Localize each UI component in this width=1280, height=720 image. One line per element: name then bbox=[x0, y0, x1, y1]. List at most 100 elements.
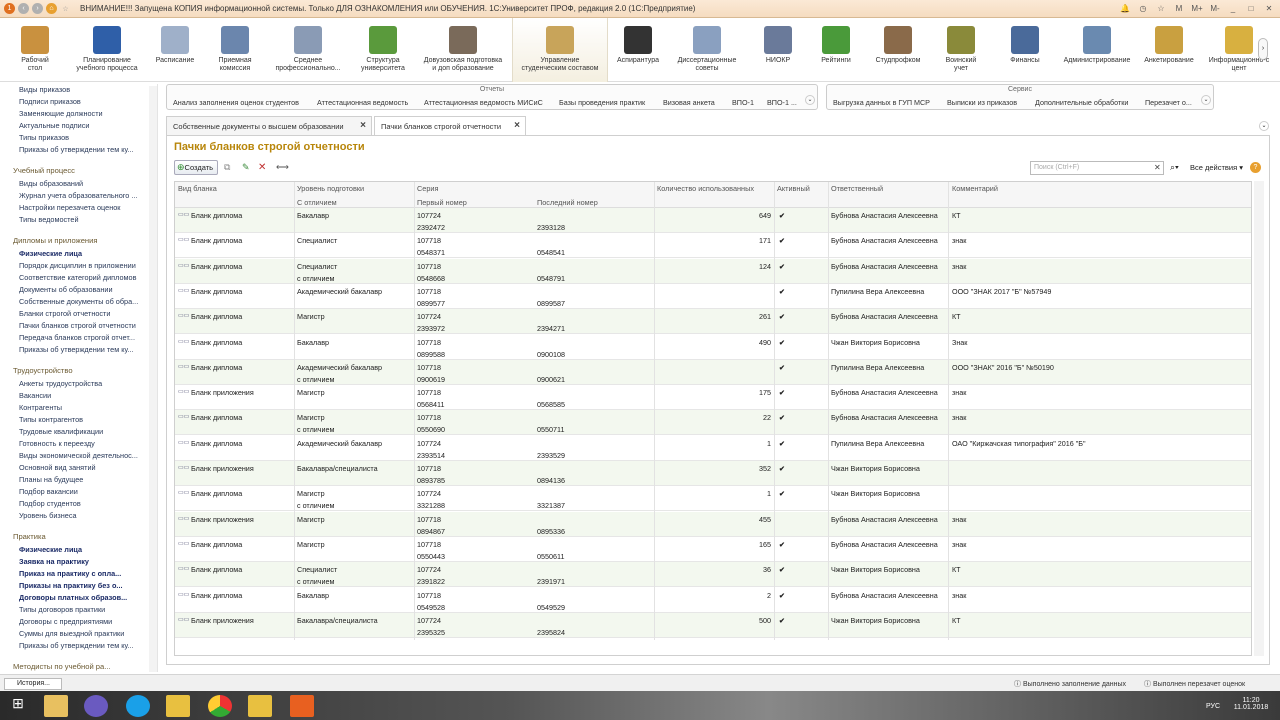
ribbon-section-7[interactable]: Довузовская подготовка и доп образование bbox=[416, 18, 510, 82]
memory-minus-button[interactable]: M- bbox=[1208, 2, 1222, 15]
nav-item[interactable]: Пачки бланков строгой отчетности bbox=[19, 321, 139, 330]
ribbon-section-13[interactable]: Студпрофком bbox=[866, 18, 930, 82]
ribbon-section-12[interactable]: Рейтинги bbox=[810, 18, 862, 82]
nav-item[interactable]: Основной вид занятий bbox=[19, 463, 139, 472]
col-header-comment[interactable]: Комментарий bbox=[952, 184, 998, 193]
language-indicator[interactable]: РУС bbox=[1206, 703, 1220, 710]
nav-item[interactable]: Собственные документы об обра... bbox=[19, 297, 139, 306]
report-link[interactable]: Визовая анкета bbox=[663, 98, 715, 107]
nav-item[interactable]: Соответствие категорий дипломов bbox=[19, 273, 139, 282]
col-header-type[interactable]: Вид бланка bbox=[178, 184, 217, 193]
help-icon[interactable]: ? bbox=[1250, 162, 1261, 173]
ribbon-section-1[interactable]: Рабочий стол bbox=[4, 18, 66, 82]
skype-icon[interactable] bbox=[126, 695, 150, 717]
nav-item[interactable]: Передача бланков строгой отчет... bbox=[19, 333, 139, 342]
chrome-icon[interactable] bbox=[208, 695, 232, 717]
tab-blank-packs[interactable]: Пачки бланков строгой отчетности × bbox=[374, 116, 526, 136]
close-tab-icon[interactable]: × bbox=[514, 120, 520, 131]
ribbon-section-2[interactable]: Планирование учебного процесса bbox=[70, 18, 144, 82]
nav-item[interactable]: Приказы об утверждении тем ку... bbox=[19, 145, 139, 154]
viber-icon[interactable] bbox=[84, 695, 108, 717]
bell-icon[interactable]: 🔔 bbox=[1118, 2, 1132, 15]
nav-item[interactable]: Суммы для выездной практики bbox=[19, 629, 139, 638]
ribbon-section-9[interactable]: Аспирантура bbox=[612, 18, 664, 82]
home-icon[interactable]: ⌂ bbox=[46, 3, 57, 14]
app-1c-task-icon-2[interactable] bbox=[248, 695, 272, 717]
delete-icon[interactable]: ✕ bbox=[258, 160, 266, 175]
minimize-button[interactable]: _ bbox=[1226, 2, 1240, 15]
history-button[interactable]: История... bbox=[4, 678, 62, 690]
service-link[interactable]: Выгрузка данных в ГУП МСР bbox=[833, 98, 930, 107]
col-header-series[interactable]: Серия bbox=[417, 184, 438, 193]
nav-item[interactable]: Типы приказов bbox=[19, 133, 139, 142]
hierarchy-icon[interactable]: ⟷ bbox=[276, 160, 289, 175]
nav-item[interactable]: Физические лица bbox=[19, 545, 139, 554]
report-link[interactable]: Аттестационная ведомость МИСиС bbox=[424, 98, 543, 107]
all-actions-button[interactable]: Все действия ▾ bbox=[1190, 160, 1243, 175]
memory-m-button[interactable]: M bbox=[1172, 2, 1186, 15]
copy-icon[interactable]: ⧉ bbox=[224, 160, 230, 175]
report-link[interactable]: ВПО-1 ... bbox=[767, 98, 797, 107]
nav-item[interactable]: Планы на будущее bbox=[19, 475, 139, 484]
back-icon[interactable]: ‹ bbox=[18, 3, 29, 14]
report-link[interactable]: Базы проведения практик bbox=[559, 98, 645, 107]
ribbon-section-3[interactable]: Расписание bbox=[148, 18, 202, 82]
nav-item[interactable]: Документы об образовании bbox=[19, 285, 139, 294]
memory-plus-button[interactable]: M+ bbox=[1190, 2, 1204, 15]
col-header-last[interactable]: Последний номер bbox=[537, 198, 598, 207]
report-link[interactable]: ВПО-1 bbox=[732, 98, 754, 107]
app-1c-task-icon[interactable] bbox=[166, 695, 190, 717]
explorer-icon[interactable] bbox=[44, 695, 68, 717]
clear-search-icon[interactable]: ✕ bbox=[1154, 160, 1161, 175]
nav-item[interactable]: Бланки строгой отчетности bbox=[19, 309, 139, 318]
col-header-used[interactable]: Количество использованных bbox=[657, 184, 754, 193]
nav-item[interactable]: Контрагенты bbox=[19, 403, 139, 412]
report-link[interactable]: Аттестационная ведомость bbox=[317, 98, 408, 107]
left-nav-scrollbar[interactable] bbox=[149, 86, 157, 672]
search-input[interactable]: Поиск (Ctrl+F) bbox=[1030, 161, 1164, 175]
col-header-active[interactable]: Активный bbox=[777, 184, 810, 193]
nav-item[interactable]: Настройки перезачета оценок bbox=[19, 203, 139, 212]
ribbon-section-10[interactable]: Диссертационные советы bbox=[668, 18, 746, 82]
tab-own-documents[interactable]: Собственные документы о высшем образован… bbox=[166, 116, 372, 135]
report-link[interactable]: Анализ заполнения оценок студентов bbox=[173, 98, 299, 107]
ribbon-section-14[interactable]: Воинский учет bbox=[932, 18, 990, 82]
ribbon-section-6[interactable]: Структура университета bbox=[352, 18, 414, 82]
nav-item[interactable]: Уровень бизнеса bbox=[19, 511, 139, 520]
history-icon[interactable]: ◷ bbox=[1136, 2, 1150, 15]
ribbon-section-16[interactable]: Администрирование bbox=[1060, 18, 1134, 82]
windows-start-icon[interactable]: ⊞ bbox=[6, 695, 30, 717]
service-link[interactable]: Дополнительные обработки bbox=[1035, 98, 1128, 107]
service-link[interactable]: Перезачет о... bbox=[1145, 98, 1192, 107]
ribbon-scroll-right-icon[interactable]: › bbox=[1258, 38, 1268, 60]
nav-item[interactable]: Порядок дисциплин в приложении bbox=[19, 261, 139, 270]
ribbon-section-4[interactable]: Приемная комиссия bbox=[206, 18, 264, 82]
clock[interactable]: 11:20 11.01.2018 bbox=[1232, 697, 1270, 711]
nav-item[interactable]: Физические лица bbox=[19, 249, 139, 258]
nav-item[interactable]: Подписи приказов bbox=[19, 97, 139, 106]
nav-item[interactable]: Приказы об утверждении тем ку... bbox=[19, 345, 139, 354]
nav-item[interactable]: Трудовые квалификации bbox=[19, 427, 139, 436]
app-1c-icon[interactable]: 1 bbox=[4, 3, 15, 14]
nav-item[interactable]: Приказ на практику с опла... bbox=[19, 569, 139, 578]
service-link[interactable]: Выписки из приказов bbox=[947, 98, 1017, 107]
nav-item[interactable]: Журнал учета образовательного ... bbox=[19, 191, 139, 200]
nav-item[interactable]: Заявка на практику bbox=[19, 557, 139, 566]
nav-item[interactable]: Приказы об утверждении тем ку... bbox=[19, 641, 139, 650]
nav-item[interactable]: Анкеты трудоустройства bbox=[19, 379, 139, 388]
nav-item[interactable]: Виды экономической деятельнос... bbox=[19, 451, 139, 460]
ribbon-section-15[interactable]: Финансы bbox=[994, 18, 1056, 82]
col-header-level[interactable]: Уровень подготовки bbox=[297, 184, 364, 193]
service-expand-icon[interactable]: ⌄ bbox=[1201, 95, 1211, 105]
ribbon-section-11[interactable]: НИОКР bbox=[750, 18, 806, 82]
nav-item[interactable]: Подбор вакансии bbox=[19, 487, 139, 496]
ribbon-section-8[interactable]: Управление студенческим составом bbox=[512, 18, 608, 82]
nav-item[interactable]: Подбор студентов bbox=[19, 499, 139, 508]
col-header-responsible[interactable]: Ответственный bbox=[831, 184, 883, 193]
table-scrollbar[interactable] bbox=[1254, 181, 1264, 656]
favorite-star-icon[interactable]: ☆ bbox=[60, 3, 71, 14]
nav-item[interactable]: Вакансии bbox=[19, 391, 139, 400]
favorites-icon[interactable]: ☆ bbox=[1154, 2, 1168, 15]
ribbon-section-17[interactable]: Анкетирование bbox=[1138, 18, 1200, 82]
tabs-menu-icon[interactable]: ⌄ bbox=[1259, 121, 1269, 131]
